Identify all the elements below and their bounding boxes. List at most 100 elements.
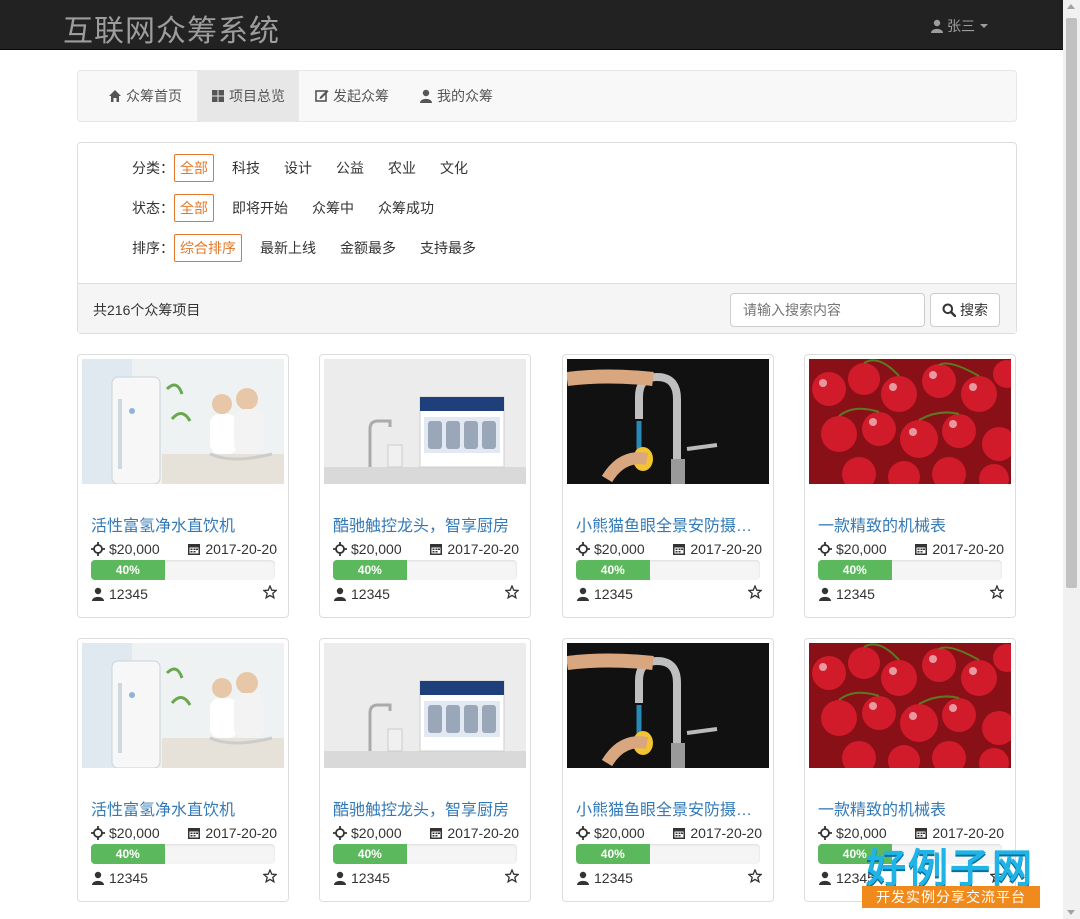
filter-status-ongoing[interactable]: 众筹中 bbox=[306, 194, 360, 222]
supporters-value: 12345 bbox=[109, 585, 148, 602]
project-card[interactable]: 一款精致的机械表 $20,000 2017-20-20 40% 12345 bbox=[804, 354, 1016, 618]
star-outline-icon[interactable] bbox=[262, 868, 278, 884]
sort-supporters[interactable]: 支持最多 bbox=[414, 234, 482, 262]
project-amount: $20,000 bbox=[576, 541, 645, 557]
project-image[interactable] bbox=[809, 643, 1011, 768]
filter-status-all[interactable]: 全部 bbox=[174, 194, 214, 222]
sort-newest[interactable]: 最新上线 bbox=[254, 234, 322, 262]
project-title[interactable]: 酷驰触控龙头，智享厨房 bbox=[333, 512, 519, 536]
project-meta: $20,000 2017-20-20 bbox=[576, 541, 762, 557]
top-navbar: 互联网众筹系统 张三 bbox=[0, 0, 1063, 50]
sort-comprehensive[interactable]: 综合排序 bbox=[174, 234, 242, 262]
star-outline-icon[interactable] bbox=[747, 584, 763, 600]
search-button[interactable]: 搜索 bbox=[930, 293, 1000, 327]
project-title[interactable]: 活性富氢净水直饮机 bbox=[91, 796, 277, 820]
progress-bar: 40% bbox=[91, 844, 275, 864]
project-meta: $20,000 2017-20-20 bbox=[91, 541, 277, 557]
project-meta: $20,000 2017-20-20 bbox=[818, 541, 1004, 557]
favorite-button[interactable] bbox=[262, 584, 278, 602]
filter-category-agriculture[interactable]: 农业 bbox=[382, 154, 422, 182]
project-card[interactable]: 活性富氢净水直饮机 $20,000 2017-20-20 40% 12345 bbox=[77, 638, 289, 902]
project-image[interactable] bbox=[567, 359, 769, 484]
favorite-button[interactable] bbox=[504, 868, 520, 886]
scroll-down-arrow-icon[interactable] bbox=[1067, 910, 1075, 915]
project-card[interactable]: 活性富氢净水直饮机 $20,000 2017-20-20 40% 12345 bbox=[77, 354, 289, 618]
user-icon bbox=[931, 19, 943, 33]
filter-category-culture[interactable]: 文化 bbox=[434, 154, 474, 182]
project-title[interactable]: 一款精致的机械表 bbox=[818, 796, 1004, 820]
project-card[interactable]: 小熊猫鱼眼全景安防摄像头 $20,000 2017-20-20 40% 12345 bbox=[562, 638, 774, 902]
progress-bar: 40% bbox=[91, 560, 275, 580]
favorite-button[interactable] bbox=[989, 584, 1005, 602]
scroll-up-arrow-icon[interactable] bbox=[1067, 4, 1075, 9]
project-supporters: 12345 bbox=[576, 870, 633, 886]
project-card[interactable]: 酷驰触控龙头，智享厨房 $20,000 2017-20-20 40% 12345 bbox=[319, 638, 531, 902]
project-image[interactable] bbox=[324, 643, 526, 768]
progress-fill: 40% bbox=[333, 560, 407, 580]
user-icon bbox=[334, 871, 346, 885]
user-dropdown[interactable]: 张三 bbox=[930, 16, 988, 36]
project-image[interactable] bbox=[567, 643, 769, 768]
supporters-value: 12345 bbox=[594, 585, 633, 602]
tab-overview[interactable]: 项目总览 bbox=[197, 71, 299, 121]
project-image[interactable] bbox=[82, 643, 284, 768]
project-image[interactable] bbox=[82, 359, 284, 484]
project-supporters: 12345 bbox=[91, 870, 148, 886]
project-card[interactable]: 酷驰触控龙头，智享厨房 $20,000 2017-20-20 40% 12345 bbox=[319, 354, 531, 618]
project-date: 2017-20-20 bbox=[672, 541, 762, 557]
crosshair-icon bbox=[91, 542, 105, 556]
tab-home[interactable]: 众筹首页 bbox=[94, 71, 196, 121]
favorite-button[interactable] bbox=[747, 584, 763, 602]
user-icon bbox=[92, 587, 104, 601]
project-image[interactable] bbox=[809, 359, 1011, 484]
filter-category-row: 分类： 全部 科技 设计 公益 农业 文化 bbox=[78, 154, 486, 182]
star-outline-icon[interactable] bbox=[504, 868, 520, 884]
tab-my-crowdfunding[interactable]: 我的众筹 bbox=[405, 71, 507, 121]
progress-bar: 40% bbox=[576, 844, 760, 864]
star-outline-icon[interactable] bbox=[504, 584, 520, 600]
filter-category-tech[interactable]: 科技 bbox=[226, 154, 266, 182]
th-large-icon bbox=[212, 90, 224, 102]
project-card[interactable]: 小熊猫鱼眼全景安防摄像头 $20,000 2017-20-20 40% 12345 bbox=[562, 354, 774, 618]
filter-status-upcoming[interactable]: 即将开始 bbox=[226, 194, 294, 222]
star-outline-icon[interactable] bbox=[262, 584, 278, 600]
progress-bar: 40% bbox=[333, 560, 517, 580]
tab-home-label: 众筹首页 bbox=[126, 88, 182, 104]
progress-fill: 40% bbox=[333, 844, 407, 864]
brand-title[interactable]: 互联网众筹系统 bbox=[63, 6, 280, 50]
project-meta: $20,000 2017-20-20 bbox=[333, 825, 519, 841]
project-footer: 12345 bbox=[576, 584, 763, 602]
scroll-thumb[interactable] bbox=[1066, 18, 1077, 588]
star-outline-icon[interactable] bbox=[989, 584, 1005, 600]
search-icon bbox=[942, 303, 956, 317]
favorite-button[interactable] bbox=[747, 868, 763, 886]
filter-category-design[interactable]: 设计 bbox=[278, 154, 318, 182]
project-title[interactable]: 酷驰触控龙头，智享厨房 bbox=[333, 796, 519, 820]
project-title[interactable]: 小熊猫鱼眼全景安防摄像头 bbox=[576, 796, 762, 820]
filter-category-charity[interactable]: 公益 bbox=[330, 154, 370, 182]
search-input[interactable] bbox=[730, 293, 925, 327]
favorite-button[interactable] bbox=[504, 584, 520, 602]
supporters-value: 12345 bbox=[109, 869, 148, 886]
crosshair-icon bbox=[333, 826, 347, 840]
star-outline-icon[interactable] bbox=[747, 868, 763, 884]
supporters-value: 12345 bbox=[351, 869, 390, 886]
calendar-icon bbox=[430, 828, 443, 839]
project-title[interactable]: 小熊猫鱼眼全景安防摄像头 bbox=[576, 512, 762, 536]
project-title[interactable]: 一款精致的机械表 bbox=[818, 512, 1004, 536]
tab-my-label: 我的众筹 bbox=[437, 88, 493, 104]
project-meta: $20,000 2017-20-20 bbox=[333, 541, 519, 557]
calendar-icon bbox=[673, 828, 686, 839]
project-supporters: 12345 bbox=[576, 586, 633, 602]
sort-amount[interactable]: 金额最多 bbox=[334, 234, 402, 262]
page-scrollbar[interactable] bbox=[1063, 0, 1080, 919]
project-amount: $20,000 bbox=[333, 825, 402, 841]
favorite-button[interactable] bbox=[262, 868, 278, 886]
project-image[interactable] bbox=[324, 359, 526, 484]
project-footer: 12345 bbox=[333, 868, 520, 886]
project-title[interactable]: 活性富氢净水直饮机 bbox=[91, 512, 277, 536]
tab-launch[interactable]: 发起众筹 bbox=[301, 71, 403, 121]
filter-status-success[interactable]: 众筹成功 bbox=[372, 194, 440, 222]
progress-fill: 40% bbox=[576, 844, 650, 864]
filter-category-all[interactable]: 全部 bbox=[174, 154, 214, 182]
